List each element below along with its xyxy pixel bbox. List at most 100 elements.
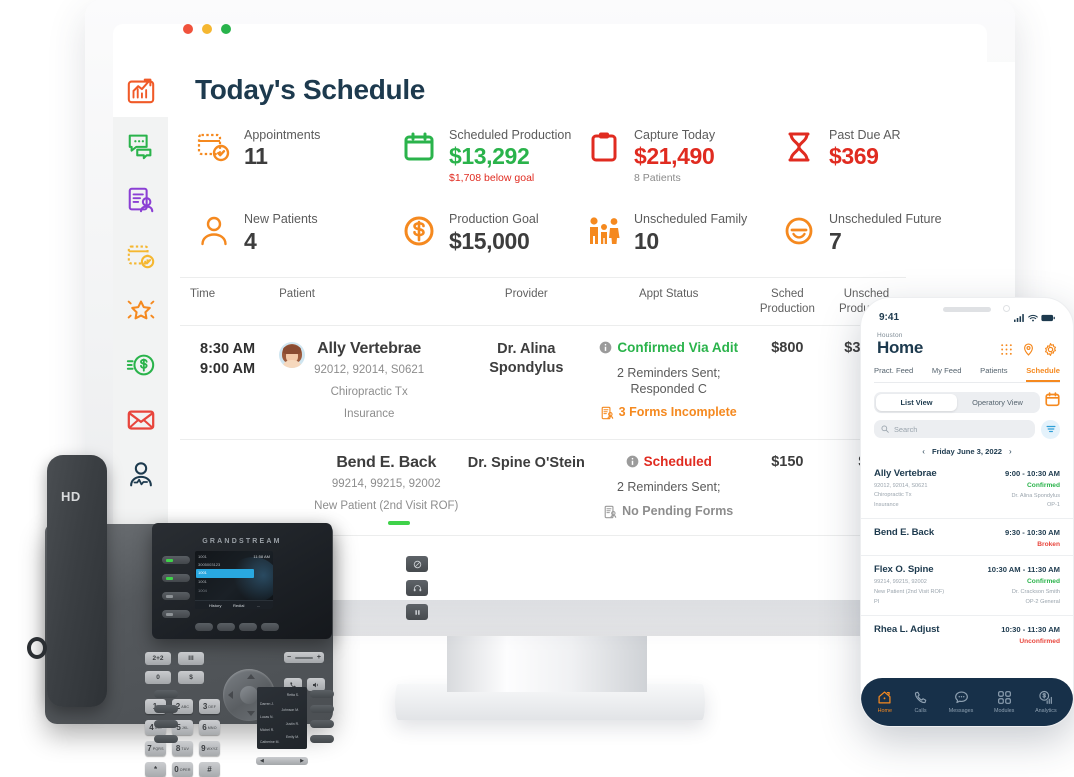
sidebar-item-schedule[interactable] <box>113 227 168 282</box>
nav-item-analytics[interactable]: Analytics <box>1035 690 1057 714</box>
kpi-past-due-ar[interactable]: Past Due AR $369 <box>780 128 950 184</box>
keypad-key-star[interactable]: * <box>145 762 166 777</box>
blf-page-bar[interactable]: ◀ ▶ <box>256 757 308 765</box>
info-icon <box>626 456 638 468</box>
blf-contact: Johnson M. <box>281 708 299 712</box>
sidebar-item-email[interactable] <box>113 392 168 447</box>
blf-key-4[interactable] <box>154 735 178 743</box>
keypad-key-9[interactable]: 9 WXYZ <box>199 741 220 756</box>
status-badge: Unconfirmed <box>1019 637 1060 645</box>
nav-down-arrow[interactable] <box>247 711 255 716</box>
nav-left-arrow[interactable] <box>228 691 233 699</box>
sidebar-item-reviews[interactable] <box>113 282 168 337</box>
lcd-softkey[interactable]: ... <box>257 603 260 608</box>
segment-list-view[interactable]: List View <box>876 393 957 411</box>
sidebar-item-payments[interactable] <box>113 337 168 392</box>
tab-my-feed[interactable]: My Feed <box>932 366 962 382</box>
conference-key[interactable]: III <box>178 652 204 665</box>
kpi-production-goal[interactable]: Production Goal $15,000 <box>400 212 585 255</box>
search-input[interactable]: Search <box>874 420 1035 439</box>
forms-icon <box>604 505 617 518</box>
tab-pract-feed[interactable]: Pract. Feed <box>874 366 913 382</box>
kpi-value: $13,292 <box>449 143 530 170</box>
blf-key-1[interactable] <box>154 690 178 698</box>
kpi-appointments[interactable]: Appointments 11 <box>195 128 400 184</box>
nav-item-home[interactable]: Home <box>877 690 892 714</box>
line-key-3[interactable] <box>162 592 190 600</box>
battery-icon <box>1041 314 1055 321</box>
blf-key-2[interactable] <box>154 705 178 713</box>
transfer-key[interactable]: 2+2 <box>145 652 171 665</box>
lcd-softkey[interactable]: Redial <box>233 603 244 608</box>
handset-cord <box>27 637 47 659</box>
sidebar-item-patient-records[interactable] <box>113 172 168 227</box>
money-circle-icon <box>126 354 154 375</box>
location-pin-icon[interactable] <box>1022 343 1035 356</box>
cell-sched-production: $150 <box>771 454 804 471</box>
minimize-window-button[interactable] <box>202 24 212 34</box>
line-key-4[interactable] <box>162 610 190 618</box>
kpi-unscheduled-family[interactable]: Unscheduled Family 10 <box>585 212 780 255</box>
next-day-button[interactable]: › <box>1009 447 1012 456</box>
tab-schedule[interactable]: Schedule <box>1026 366 1060 382</box>
prev-day-button[interactable]: ‹ <box>922 447 925 456</box>
nav-up-arrow[interactable] <box>247 674 255 679</box>
blf-key-8[interactable] <box>310 735 334 743</box>
kpi-new-patients[interactable]: New Patients 4 <box>195 212 400 255</box>
appt-operatory: OP-2 General <box>1025 599 1060 606</box>
softkey-1[interactable] <box>195 623 213 631</box>
sidebar-item-messages[interactable] <box>113 117 168 172</box>
dialpad-icon[interactable] <box>1000 343 1013 356</box>
line-key-1[interactable] <box>162 556 190 564</box>
nav-item-modules[interactable]: Modules <box>994 690 1014 714</box>
volume-rocker[interactable]: − + <box>284 652 324 663</box>
keypad-key-8[interactable]: 8 TUV <box>172 741 193 756</box>
table-row[interactable]: 8:30 AM 9:00 AM Ally Vertebrae 92012, 92… <box>180 326 906 441</box>
nav-ok-button[interactable] <box>240 686 258 704</box>
blf-key-3[interactable] <box>154 720 178 728</box>
close-window-button[interactable] <box>183 24 193 34</box>
list-item[interactable]: Flex O. Spine 10:30 AM - 11:30 AM 99214,… <box>861 556 1073 616</box>
sidebar-item-analytics[interactable] <box>113 62 173 117</box>
blf-key-5[interactable] <box>310 690 334 698</box>
gear-icon[interactable] <box>1044 342 1057 356</box>
list-item[interactable]: Bend E. Back 9:30 - 10:30 AM Broken <box>861 519 1073 557</box>
blf-key-7[interactable] <box>310 720 334 728</box>
desk-phone-handset[interactable]: HD <box>47 455 107 707</box>
blf-contact: Darren J. <box>260 702 274 706</box>
list-item[interactable]: Rhea L. Adjust 10:30 - 11:30 AM Unconfir… <box>861 616 1073 652</box>
softkey-4[interactable] <box>261 623 279 631</box>
kpi-row-1: Appointments 11 Scheduled Production $13… <box>195 128 975 184</box>
keypad-key-pound[interactable]: # <box>199 762 220 777</box>
kpi-value: 7 <box>829 227 842 254</box>
kpi-unscheduled-future[interactable]: Unscheduled Future 7 <box>780 212 950 255</box>
keypad-key-0[interactable]: 0 OPER <box>172 762 193 777</box>
keypad-key-3[interactable]: 3 DEF <box>199 699 220 714</box>
appt-patient-name: Ally Vertebrae <box>874 467 937 479</box>
messages-key[interactable]: $ <box>178 671 204 684</box>
headset-button[interactable] <box>406 580 428 596</box>
nav-item-messages[interactable]: Messages <box>949 690 973 714</box>
keypad-key-6[interactable]: 6 MNO <box>199 720 220 735</box>
nav-item-calls[interactable]: Calls <box>913 690 928 714</box>
list-item[interactable]: Ally Vertebrae 9:00 - 10:30 AM 92012, 92… <box>861 460 1073 520</box>
lcd-softkey[interactable]: History <box>209 603 221 608</box>
filter-button[interactable] <box>1041 419 1060 439</box>
softkey-2[interactable] <box>217 623 235 631</box>
calendar-button[interactable] <box>1045 392 1060 412</box>
contacts-key[interactable]: 0 <box>145 671 171 684</box>
keypad-key-7[interactable]: 7 PQRS <box>145 741 166 756</box>
blf-key-6[interactable] <box>310 705 334 713</box>
headset-icon <box>413 584 421 591</box>
mute-button[interactable] <box>406 556 428 572</box>
kpi-capture-today[interactable]: Capture Today $21,490 8 Patients <box>585 128 780 184</box>
segment-operatory-view[interactable]: Operatory View <box>957 394 1038 411</box>
tab-patients[interactable]: Patients <box>980 366 1007 382</box>
softkey-3[interactable] <box>239 623 257 631</box>
maximize-window-button[interactable] <box>221 24 231 34</box>
line-key-2[interactable] <box>162 574 190 582</box>
appt-operatory: OP-1 <box>1046 502 1060 509</box>
kpi-scheduled-production[interactable]: Scheduled Production $13,292 $1,708 belo… <box>400 128 585 184</box>
kpi-label: Capture Today <box>634 128 716 142</box>
hold-button[interactable] <box>406 604 428 620</box>
